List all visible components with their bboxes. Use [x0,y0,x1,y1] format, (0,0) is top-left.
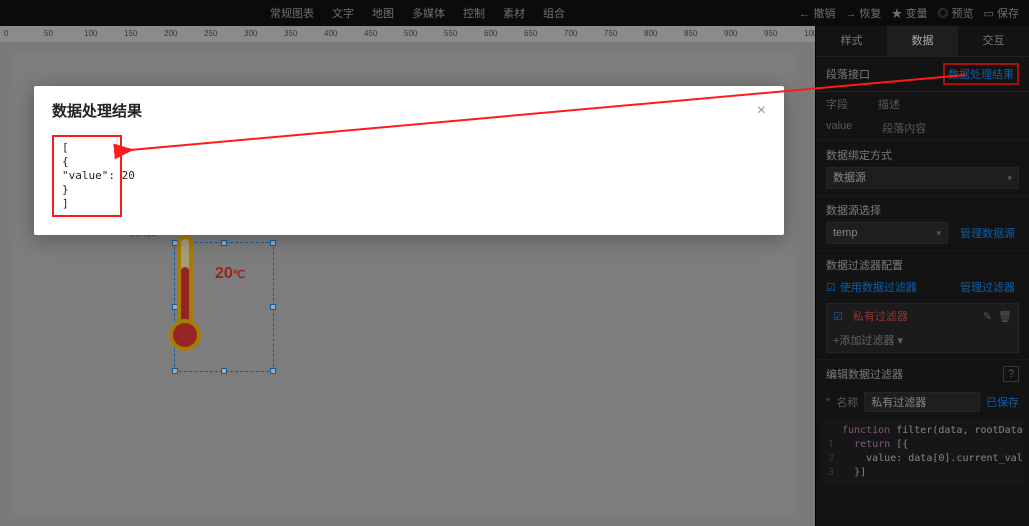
modal-title: 数据处理结果 [52,100,142,121]
close-icon[interactable]: × [757,102,766,120]
json-result: [ { "value": 20 } ] [52,135,122,217]
modal-overlay[interactable] [0,0,1029,526]
data-result-modal: 数据处理结果 × [ { "value": 20 } ] [34,86,784,235]
